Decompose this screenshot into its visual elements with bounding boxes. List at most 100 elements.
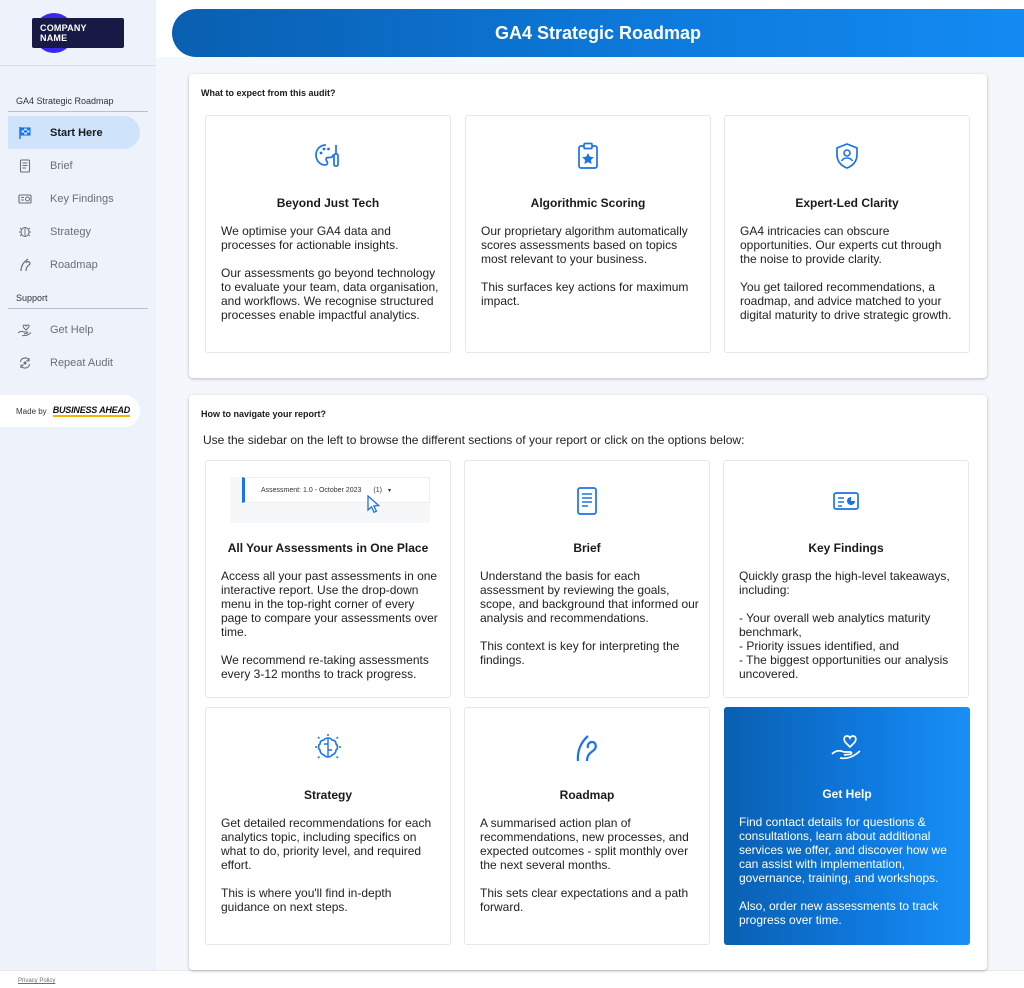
- card-expert-led-clarity: Expert-Led Clarity GA4 intricacies can o…: [724, 115, 970, 353]
- card-algorithmic-scoring: Algorithmic Scoring Our proprietary algo…: [465, 115, 711, 353]
- divider: [8, 308, 148, 309]
- helping-hand-icon: [16, 321, 34, 339]
- card-text: This context is key for interpreting the…: [480, 639, 680, 667]
- privacy-policy-link[interactable]: Privacy Policy: [18, 978, 55, 984]
- card-key-findings[interactable]: Key Findings Quickly grasp the high-leve…: [723, 460, 969, 698]
- shield-user-icon: [725, 141, 969, 171]
- panel-intro: Use the sidebar on the left to browse th…: [203, 433, 745, 447]
- caret-down-icon: ▾: [387, 487, 391, 494]
- card-text: This sets clear expectations and a path …: [480, 886, 689, 914]
- assessment-label: Assessment: 1.0 - October 2023: [261, 486, 362, 494]
- checkered-flag-icon: [16, 124, 34, 142]
- audit-expectations-panel: What to expect from this audit? Beyond J…: [189, 74, 987, 378]
- card-text: A summarised action plan of recommendati…: [480, 816, 689, 872]
- card-title: Get Help: [822, 787, 872, 801]
- sidebar-item-start-here[interactable]: Start Here: [8, 116, 140, 149]
- page-title: GA4 Strategic Roadmap: [494, 22, 702, 43]
- panel-title: How to navigate your report?: [201, 409, 327, 419]
- sidebar-section-support: Support: [16, 293, 48, 303]
- card-body: Access all your past assessments in one …: [221, 569, 441, 695]
- logo-text: COMPANY NAME: [32, 17, 124, 48]
- repeat-icon: [16, 354, 34, 372]
- made-by-brand: BUSINESS AHEAD: [52, 405, 131, 417]
- assessment-dropdown: Assessment: 1.0 - October 2023 (1) ▾: [242, 477, 430, 503]
- card-body: A summarised action plan of recommendati…: [480, 816, 700, 928]
- card-beyond-just-tech: Beyond Just Tech We optimise your GA4 da…: [205, 115, 451, 353]
- palette-brush-icon: [206, 141, 450, 171]
- card-text: GA4 intricacies can obscure opportunitie…: [740, 224, 942, 266]
- brain-icon: [16, 223, 34, 241]
- divider: [8, 111, 148, 112]
- card-body: Find contact details for questions & con…: [739, 815, 959, 941]
- card-title: Strategy: [303, 788, 353, 802]
- card-title: Key Findings: [808, 541, 884, 555]
- card-title: Brief: [573, 541, 601, 555]
- sidebar-item-repeat-audit[interactable]: Repeat Audit: [8, 346, 140, 379]
- road-icon: [465, 733, 709, 763]
- clipboard-star-icon: [466, 141, 710, 171]
- card-text: Access all your past assessments in one …: [221, 569, 438, 639]
- assessment-count: (1): [373, 486, 382, 494]
- card-body: Our proprietary algorithm automatically …: [481, 224, 701, 322]
- card-text: We recommend re-taking assessments every…: [221, 653, 429, 681]
- card-text: Our assessments go beyond technology to …: [221, 266, 439, 322]
- sidebar-item-strategy[interactable]: Strategy: [8, 215, 140, 248]
- card-body: Quickly grasp the high-level takeaways, …: [739, 569, 959, 695]
- sidebar-item-label: Strategy: [50, 225, 91, 238]
- card-text: Understand the basis for each assessment…: [480, 569, 699, 625]
- sidebar-item-label: Key Findings: [50, 192, 114, 205]
- card-text: Also, order new assessments to track pro…: [739, 899, 939, 927]
- logo-area: COMPANY NAME: [0, 0, 156, 66]
- panel-title: What to expect from this audit?: [201, 88, 336, 98]
- document-icon: [16, 157, 34, 175]
- card-roadmap[interactable]: Roadmap A summarised action plan of reco…: [464, 707, 710, 945]
- cursor-pointer-icon: [366, 494, 382, 520]
- sidebar-item-brief[interactable]: Brief: [8, 149, 140, 182]
- card-text: This is where you'll find in-depth guida…: [221, 886, 392, 914]
- sidebar-item-label: Start Here: [50, 126, 103, 139]
- sidebar-item-key-findings[interactable]: Key Findings: [8, 182, 140, 215]
- sidebar-item-label: Repeat Audit: [50, 356, 113, 369]
- footer-strip: [0, 970, 1024, 988]
- report-navigation-panel: How to navigate your report? Use the sid…: [189, 395, 987, 970]
- made-by-label: Made by: [16, 406, 47, 416]
- card-title: Roadmap: [559, 788, 615, 802]
- card-body: We optimise your GA4 data and processes …: [221, 224, 441, 336]
- card-body: Get detailed recommendations for each an…: [221, 816, 441, 928]
- helping-hand-icon: [724, 732, 970, 762]
- chart-card-icon: [724, 486, 968, 516]
- road-icon: [16, 256, 34, 274]
- brain-icon: [206, 733, 450, 763]
- chart-card-icon: [16, 190, 34, 208]
- card-text: This surfaces key actions for maximum im…: [481, 280, 689, 308]
- card-text: We optimise your GA4 data and processes …: [221, 224, 399, 252]
- card-title: Beyond Just Tech: [276, 196, 380, 210]
- card-text: - Your overall web analytics maturity be…: [739, 611, 949, 681]
- sidebar-item-label: Get Help: [50, 323, 94, 336]
- card-get-help[interactable]: Get Help Find contact details for questi…: [724, 707, 970, 945]
- sidebar-item-label: Brief: [50, 159, 73, 172]
- sidebar-item-roadmap[interactable]: Roadmap: [8, 248, 140, 281]
- card-text: Quickly grasp the high-level takeaways, …: [739, 569, 950, 597]
- card-all-assessments[interactable]: Assessment: 1.0 - October 2023 (1) ▾ All…: [205, 460, 451, 698]
- sidebar-section-main: GA4 Strategic Roadmap: [16, 96, 114, 106]
- sidebar-item-get-help[interactable]: Get Help: [8, 313, 140, 346]
- card-brief[interactable]: Brief Understand the basis for each asse…: [464, 460, 710, 698]
- made-by-badge[interactable]: Made by BUSINESS AHEAD: [0, 395, 140, 427]
- assessment-dropdown-preview: Assessment: 1.0 - October 2023 (1) ▾: [230, 477, 430, 523]
- page-header: GA4 Strategic Roadmap: [172, 9, 1024, 57]
- card-body: Understand the basis for each assessment…: [480, 569, 700, 681]
- card-title: Algorithmic Scoring: [530, 196, 646, 210]
- card-text: Find contact details for questions & con…: [739, 815, 947, 885]
- card-text: Get detailed recommendations for each an…: [221, 816, 432, 872]
- card-title: All Your Assessments in One Place: [227, 541, 429, 555]
- company-logo[interactable]: COMPANY NAME: [32, 12, 124, 53]
- document-icon: [465, 486, 709, 516]
- sidebar: COMPANY NAME GA4 Strategic Roadmap Start…: [0, 0, 156, 970]
- card-strategy[interactable]: Strategy Get detailed recommendations fo…: [205, 707, 451, 945]
- sidebar-item-label: Roadmap: [50, 258, 98, 271]
- card-text: Our proprietary algorithm automatically …: [481, 224, 688, 266]
- card-title: Expert-Led Clarity: [795, 196, 899, 210]
- card-body: GA4 intricacies can obscure opportunitie…: [740, 224, 960, 336]
- card-text: You get tailored recommendations, a road…: [740, 280, 952, 322]
